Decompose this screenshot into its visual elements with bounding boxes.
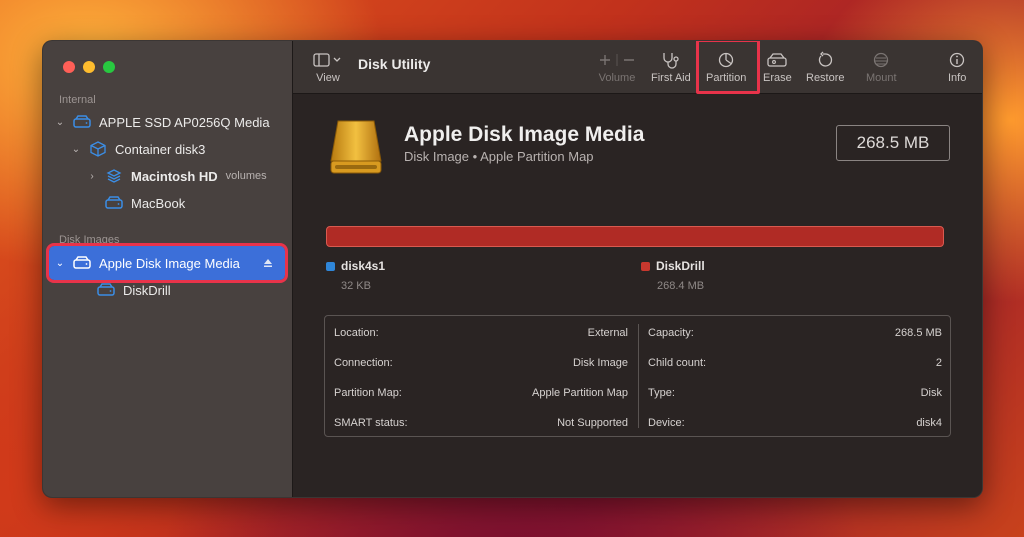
chevron-right-icon[interactable]: › [87, 171, 97, 182]
main-pane: View Disk Utility Volume First Aid Parti… [293, 41, 982, 497]
partition-color-swatch [326, 261, 335, 271]
info-button[interactable]: Info [948, 51, 966, 84]
disk-name: Apple Disk Image Media [404, 123, 645, 146]
sidebar-item-label: Container disk3 [115, 141, 206, 157]
sidebar-item-label: DiskDrill [123, 282, 171, 298]
info-label: Device: [648, 417, 685, 429]
info-label: Connection: [334, 357, 393, 369]
first-aid-button[interactable]: First Aid [651, 51, 691, 84]
info-label: Info [948, 72, 967, 84]
sidebar-item-label: MacBook [131, 195, 186, 211]
window-title: Disk Utility [358, 56, 431, 72]
partition-highlight-box [696, 41, 760, 94]
zoom-window-button[interactable] [103, 61, 115, 73]
partition-name: disk4s1 [341, 259, 386, 273]
info-value: 2 [935, 357, 942, 369]
section-internal: Internal [59, 94, 96, 106]
partition-name: DiskDrill [656, 259, 705, 273]
info-value: Not Supported [557, 417, 628, 429]
info-value: External [587, 327, 628, 339]
info-value: 268.5 MB [894, 327, 942, 339]
info-label: SMART status: [334, 417, 408, 429]
toolbar: View Disk Utility Volume First Aid Parti… [293, 41, 982, 94]
plus-minus-icon [600, 54, 634, 66]
info-row-type: Type: Disk [648, 387, 942, 399]
disk-size-badge: 268.5 MB [836, 125, 950, 161]
first-aid-label: First Aid [651, 72, 691, 84]
sidebar-item-label: Macintosh HD [131, 168, 218, 184]
sidebar-item-label: APPLE SSD AP0256Q Media [99, 114, 270, 130]
eject-icon[interactable] [263, 256, 273, 271]
info-icon [950, 52, 965, 68]
partition-legend-diskdrill: DiskDrill [641, 259, 705, 273]
partition-legend-disk4s1: disk4s1 [326, 259, 385, 273]
sidebar-item-apple-disk-image-media[interactable]: ⌄ Apple Disk Image Media [46, 243, 288, 283]
drive-icon [105, 194, 123, 212]
volume-label: Volume [598, 72, 636, 84]
restore-button[interactable]: Restore [806, 51, 845, 84]
drive-icon [97, 281, 115, 299]
chevron-down-icon[interactable]: ⌄ [55, 258, 65, 269]
mount-label: Mount [866, 72, 897, 84]
info-row-partition-map: Partition Map: Apple Partition Map [334, 387, 628, 399]
info-row-child-count: Child count: 2 [648, 357, 942, 369]
partition-usage-bar [326, 226, 944, 247]
drive-icon [73, 113, 91, 131]
sidebar-item-diskdrill[interactable]: DiskDrill [89, 279, 171, 301]
disk-utility-window: Internal ⌄ APPLE SSD AP0256Q Media ⌄ Con… [42, 40, 983, 498]
info-divider [638, 324, 639, 428]
info-label: Child count: [648, 357, 707, 369]
info-label: Capacity: [648, 327, 694, 339]
drive-icon [73, 254, 91, 272]
sidebar-item-label: Apple Disk Image Media [99, 255, 240, 271]
erase-label: Erase [763, 72, 792, 84]
sidebar: Internal ⌄ APPLE SSD AP0256Q Media ⌄ Con… [43, 41, 293, 497]
info-value: Disk [920, 387, 942, 399]
erase-drive-icon [767, 53, 788, 67]
info-row-device: Device: disk4 [648, 417, 942, 429]
chevron-down-icon[interactable]: ⌄ [55, 117, 65, 128]
window-controls [63, 61, 115, 73]
info-label: Location: [334, 327, 379, 339]
sidebar-item-container[interactable]: ⌄ Container disk3 [71, 138, 205, 160]
disk-image-icon [328, 119, 384, 182]
close-window-button[interactable] [63, 61, 75, 73]
partition-color-swatch [641, 261, 650, 271]
sidebar-toggle-icon [313, 53, 341, 67]
info-row-location: Location: External [334, 327, 628, 339]
partition-size: 268.4 MB [657, 280, 705, 292]
info-label: Type: [648, 387, 675, 399]
disk-info-table: Location: External Connection: Disk Imag… [324, 315, 951, 437]
chevron-down-icon[interactable]: ⌄ [71, 144, 81, 155]
sidebar-item-macintosh-hd[interactable]: › Macintosh HD volumes [87, 165, 267, 187]
info-value: Apple Partition Map [532, 387, 628, 399]
info-value: disk4 [916, 417, 942, 429]
info-label: Partition Map: [334, 387, 402, 399]
sidebar-item-meta: volumes [225, 170, 267, 182]
mount-button[interactable]: Mount [866, 51, 897, 84]
erase-button[interactable]: Erase [763, 51, 792, 84]
partition-size: 32 KB [341, 280, 371, 292]
info-row-capacity: Capacity: 268.5 MB [648, 327, 942, 339]
sidebar-item-apple-ssd[interactable]: ⌄ APPLE SSD AP0256Q Media [55, 111, 270, 133]
info-row-connection: Connection: Disk Image [334, 357, 628, 369]
view-button[interactable]: View [313, 51, 343, 84]
view-label: View [316, 72, 340, 84]
disk-subtitle: Disk Image • Apple Partition Map [404, 149, 594, 164]
restore-label: Restore [806, 72, 845, 84]
layers-icon [105, 167, 123, 185]
mount-icon [874, 52, 889, 68]
stethoscope-icon [663, 53, 679, 69]
container-icon [89, 140, 107, 158]
info-row-smart-status: SMART status: Not Supported [334, 417, 628, 429]
sidebar-item-macbook[interactable]: MacBook [97, 192, 185, 214]
volume-button[interactable]: Volume [597, 51, 637, 84]
section-disk-images: Disk Images [59, 234, 120, 246]
restore-arrow-icon [819, 51, 833, 67]
info-value: Disk Image [572, 357, 628, 369]
minimize-window-button[interactable] [83, 61, 95, 73]
